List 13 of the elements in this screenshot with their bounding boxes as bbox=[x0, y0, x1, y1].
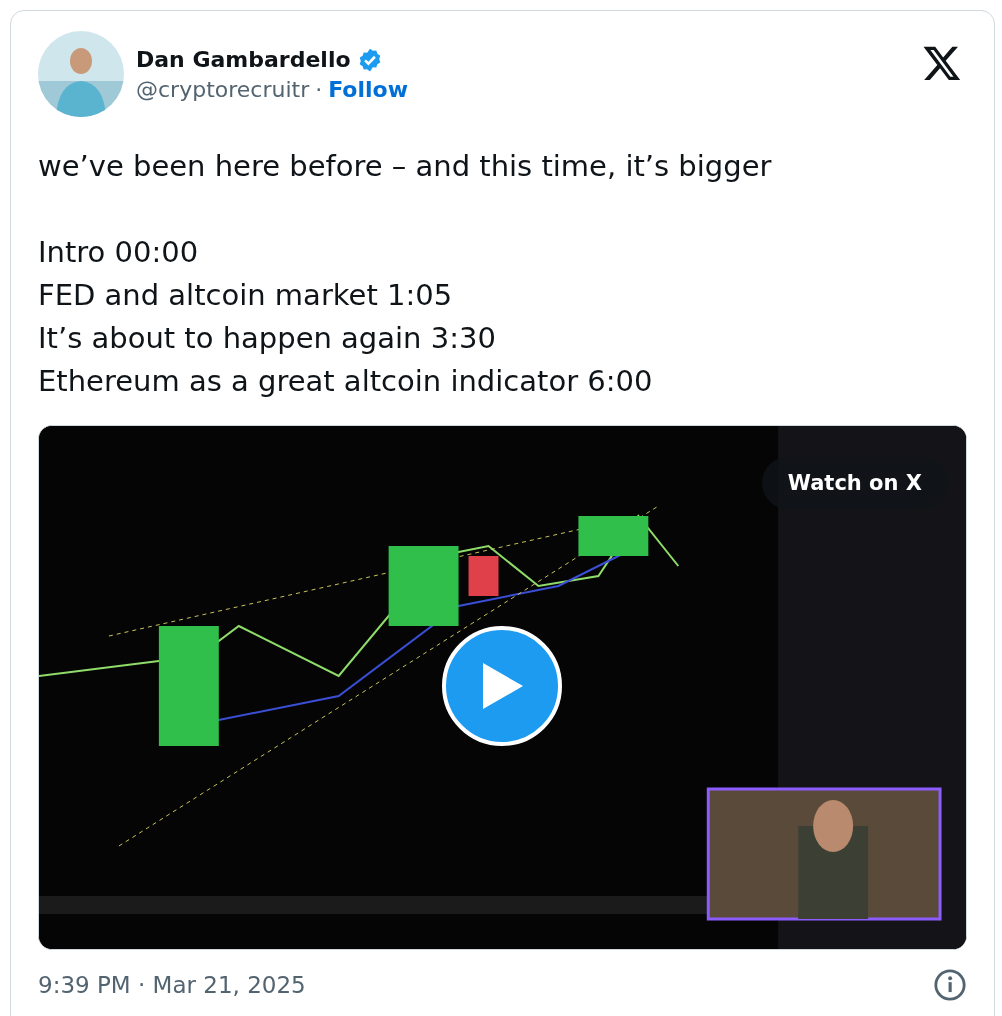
watch-on-x-button[interactable]: Watch on X bbox=[761, 457, 948, 509]
follow-link[interactable]: Follow bbox=[328, 76, 408, 102]
info-icon[interactable] bbox=[933, 968, 967, 1002]
timestamp[interactable]: 9:39 PM · Mar 21, 2025 bbox=[38, 972, 306, 998]
separator: · bbox=[315, 76, 323, 102]
author-name: Dan Gambardello bbox=[136, 47, 351, 72]
tweet-text: we’ve been here before – and this time, it’s bigger bbox=[38, 148, 773, 185]
chapter-line: Intro 00:00 bbox=[38, 234, 200, 271]
author-handle: @cryptorecruitr bbox=[136, 76, 310, 102]
chapter-line: It’s about to happen again 3:30 bbox=[38, 320, 497, 357]
video-player[interactable]: Watch on X bbox=[38, 425, 967, 950]
chapter-line: Ethereum as a great altcoin indicator 6:00 bbox=[38, 363, 654, 400]
chapter-line: FED and altcoin market 1:05 bbox=[38, 277, 454, 314]
